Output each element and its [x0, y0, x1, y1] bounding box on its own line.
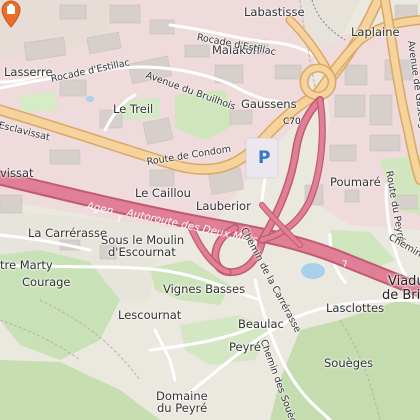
- place-label-tre-marty: tre Marty: [0, 258, 53, 272]
- place-label-courage: Courage: [22, 275, 71, 289]
- place-label-gaussens: Gaussens: [241, 97, 297, 111]
- place-label-le-caillou: Le Caillou: [135, 186, 191, 200]
- poi-label: Lauberior: [196, 199, 251, 213]
- place-label-laplaine: Laplaine: [351, 25, 400, 39]
- place-label-vissat: vissat: [0, 166, 34, 180]
- place-label-du-peyre: du Peyré: [157, 401, 208, 415]
- road-shield-c70: C70: [283, 117, 301, 127]
- place-label-poumare: Poumaré: [330, 175, 381, 189]
- place-label-soueges: Souèges: [324, 356, 374, 370]
- place-label-vignes-basses: Vignes Basses: [163, 282, 246, 296]
- place-label-lescournat: Lescournat: [118, 308, 182, 322]
- road-shield-a62-right: 7: [342, 260, 348, 270]
- place-label-la-carrerasse: La Carrérasse: [28, 226, 108, 240]
- road-shield-a62-left: 7: [116, 215, 122, 225]
- place-label-lasclottes: Lasclottes: [326, 301, 385, 315]
- map-view[interactable]: Labastisse Laplaine Malakoff Lasserre Le…: [0, 0, 420, 420]
- place-label-le-treil: Le Treil: [113, 102, 154, 116]
- place-label-labastisse: Labastisse: [244, 5, 305, 19]
- parking-icon[interactable]: P: [258, 150, 270, 167]
- place-label-viaduc: Viaduc: [388, 274, 420, 289]
- place-label-escournat: d'Escournat: [108, 245, 176, 259]
- place-label-de-brim: de Brim: [382, 288, 420, 303]
- location-pin-icon[interactable]: [0, 0, 22, 28]
- place-label-beaulac: Beaulac: [238, 317, 284, 331]
- place-label-lasserre: Lasserre: [4, 65, 53, 79]
